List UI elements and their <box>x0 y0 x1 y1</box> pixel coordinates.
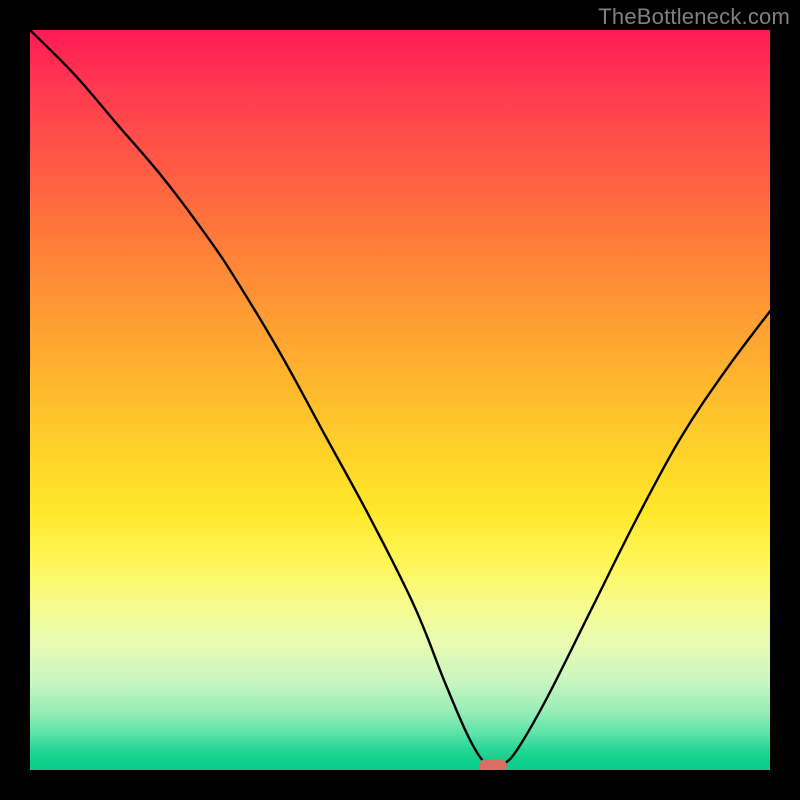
optimal-marker <box>479 759 507 770</box>
bottleneck-curve <box>30 30 770 770</box>
plot-area <box>30 30 770 770</box>
watermark-text: TheBottleneck.com <box>598 4 790 30</box>
stage: TheBottleneck.com <box>0 0 800 800</box>
